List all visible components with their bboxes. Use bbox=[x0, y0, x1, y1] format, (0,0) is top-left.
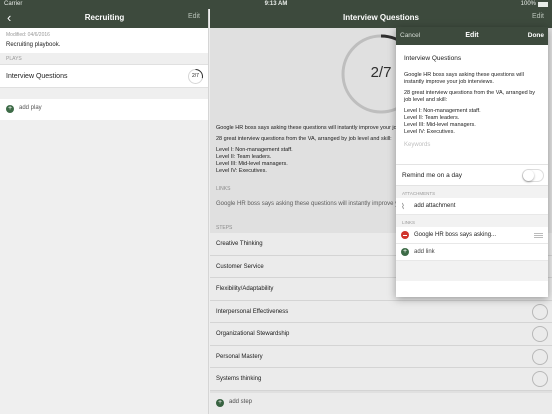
add-link-button[interactable]: + add link bbox=[396, 244, 548, 261]
toggle-knob bbox=[523, 170, 534, 181]
add-link-label: add link bbox=[414, 249, 435, 255]
playbook-info: Modified: 04/6/2016 Recruiting playbook. bbox=[0, 28, 208, 53]
play-navbar: Interview Questions Edit bbox=[210, 9, 552, 28]
playbook-navbar: ‹ Recruiting Edit bbox=[0, 9, 208, 28]
playbook-title: Recruiting bbox=[84, 13, 125, 22]
play-name-field[interactable]: Interview Questions bbox=[404, 55, 548, 62]
battery-icon bbox=[538, 1, 548, 7]
modified-date: Modified: 04/6/2016 bbox=[6, 32, 50, 38]
play-title: Interview Questions bbox=[342, 13, 420, 22]
remind-row: Remind me on a day bbox=[396, 164, 548, 186]
status-bar: Carrier 9:13 AM 100% bbox=[0, 0, 552, 9]
description-levels: Level I: Non-management staff. Level II:… bbox=[404, 108, 481, 135]
reorder-handle-icon[interactable] bbox=[534, 233, 543, 238]
add-attachment-button[interactable]: ⌇ add attachment bbox=[396, 198, 548, 215]
keywords-field[interactable]: Keywords bbox=[404, 142, 548, 156]
play-progress-text: 2/7 bbox=[192, 73, 199, 79]
play-name: Interview Questions bbox=[6, 73, 68, 80]
popover-title: Edit bbox=[465, 32, 479, 39]
remind-label: Remind me on a day bbox=[402, 172, 462, 179]
play-progress-ring: 2/7 bbox=[187, 68, 204, 85]
edit-playbook-button[interactable]: Edit bbox=[188, 13, 200, 20]
edit-play-popover: Cancel Edit Done Interview Questions Goo… bbox=[396, 27, 548, 297]
plus-icon: + bbox=[401, 248, 409, 256]
description-paragraph: Google HR boss says asking these questio… bbox=[404, 72, 524, 85]
attachments-header: ATTACHMENTS bbox=[396, 186, 548, 198]
description-paragraph: 28 great interview questions from the VA… bbox=[404, 90, 536, 103]
play-description-field[interactable]: Google HR boss says asking these questio… bbox=[404, 72, 540, 136]
edit-play-button[interactable]: Edit bbox=[532, 13, 544, 20]
delete-minus-icon[interactable] bbox=[401, 231, 409, 239]
popover-links-header: LINKS bbox=[396, 215, 548, 227]
plays-header: PLAYS bbox=[6, 56, 22, 62]
paperclip-icon: ⌇ bbox=[401, 202, 405, 211]
remind-toggle[interactable] bbox=[522, 169, 544, 182]
link-label: Google HR boss says asking... bbox=[414, 232, 497, 238]
play-row[interactable]: Interview Questions 2/7 bbox=[0, 64, 208, 88]
add-attachment-label: add attachment bbox=[414, 203, 456, 209]
done-button[interactable]: Done bbox=[528, 32, 544, 39]
playbook-pane: ‹ Recruiting Edit Modified: 04/6/2016 Re… bbox=[0, 9, 209, 414]
clock: 9:13 AM bbox=[264, 1, 288, 7]
link-row[interactable]: Google HR boss says asking... bbox=[396, 227, 548, 244]
battery-percent: 100% bbox=[520, 1, 536, 7]
playbook-description: Recruiting playbook. bbox=[6, 42, 61, 48]
popover-footer-space bbox=[396, 261, 548, 281]
popover-body: Interview Questions Google HR boss says … bbox=[396, 55, 548, 281]
popover-navbar: Cancel Edit Done bbox=[396, 27, 548, 45]
add-play-label: add play bbox=[19, 105, 42, 111]
add-play-button[interactable]: + add play bbox=[0, 99, 208, 120]
plus-icon: + bbox=[6, 105, 14, 113]
battery-indicator: 100% bbox=[521, 1, 548, 7]
